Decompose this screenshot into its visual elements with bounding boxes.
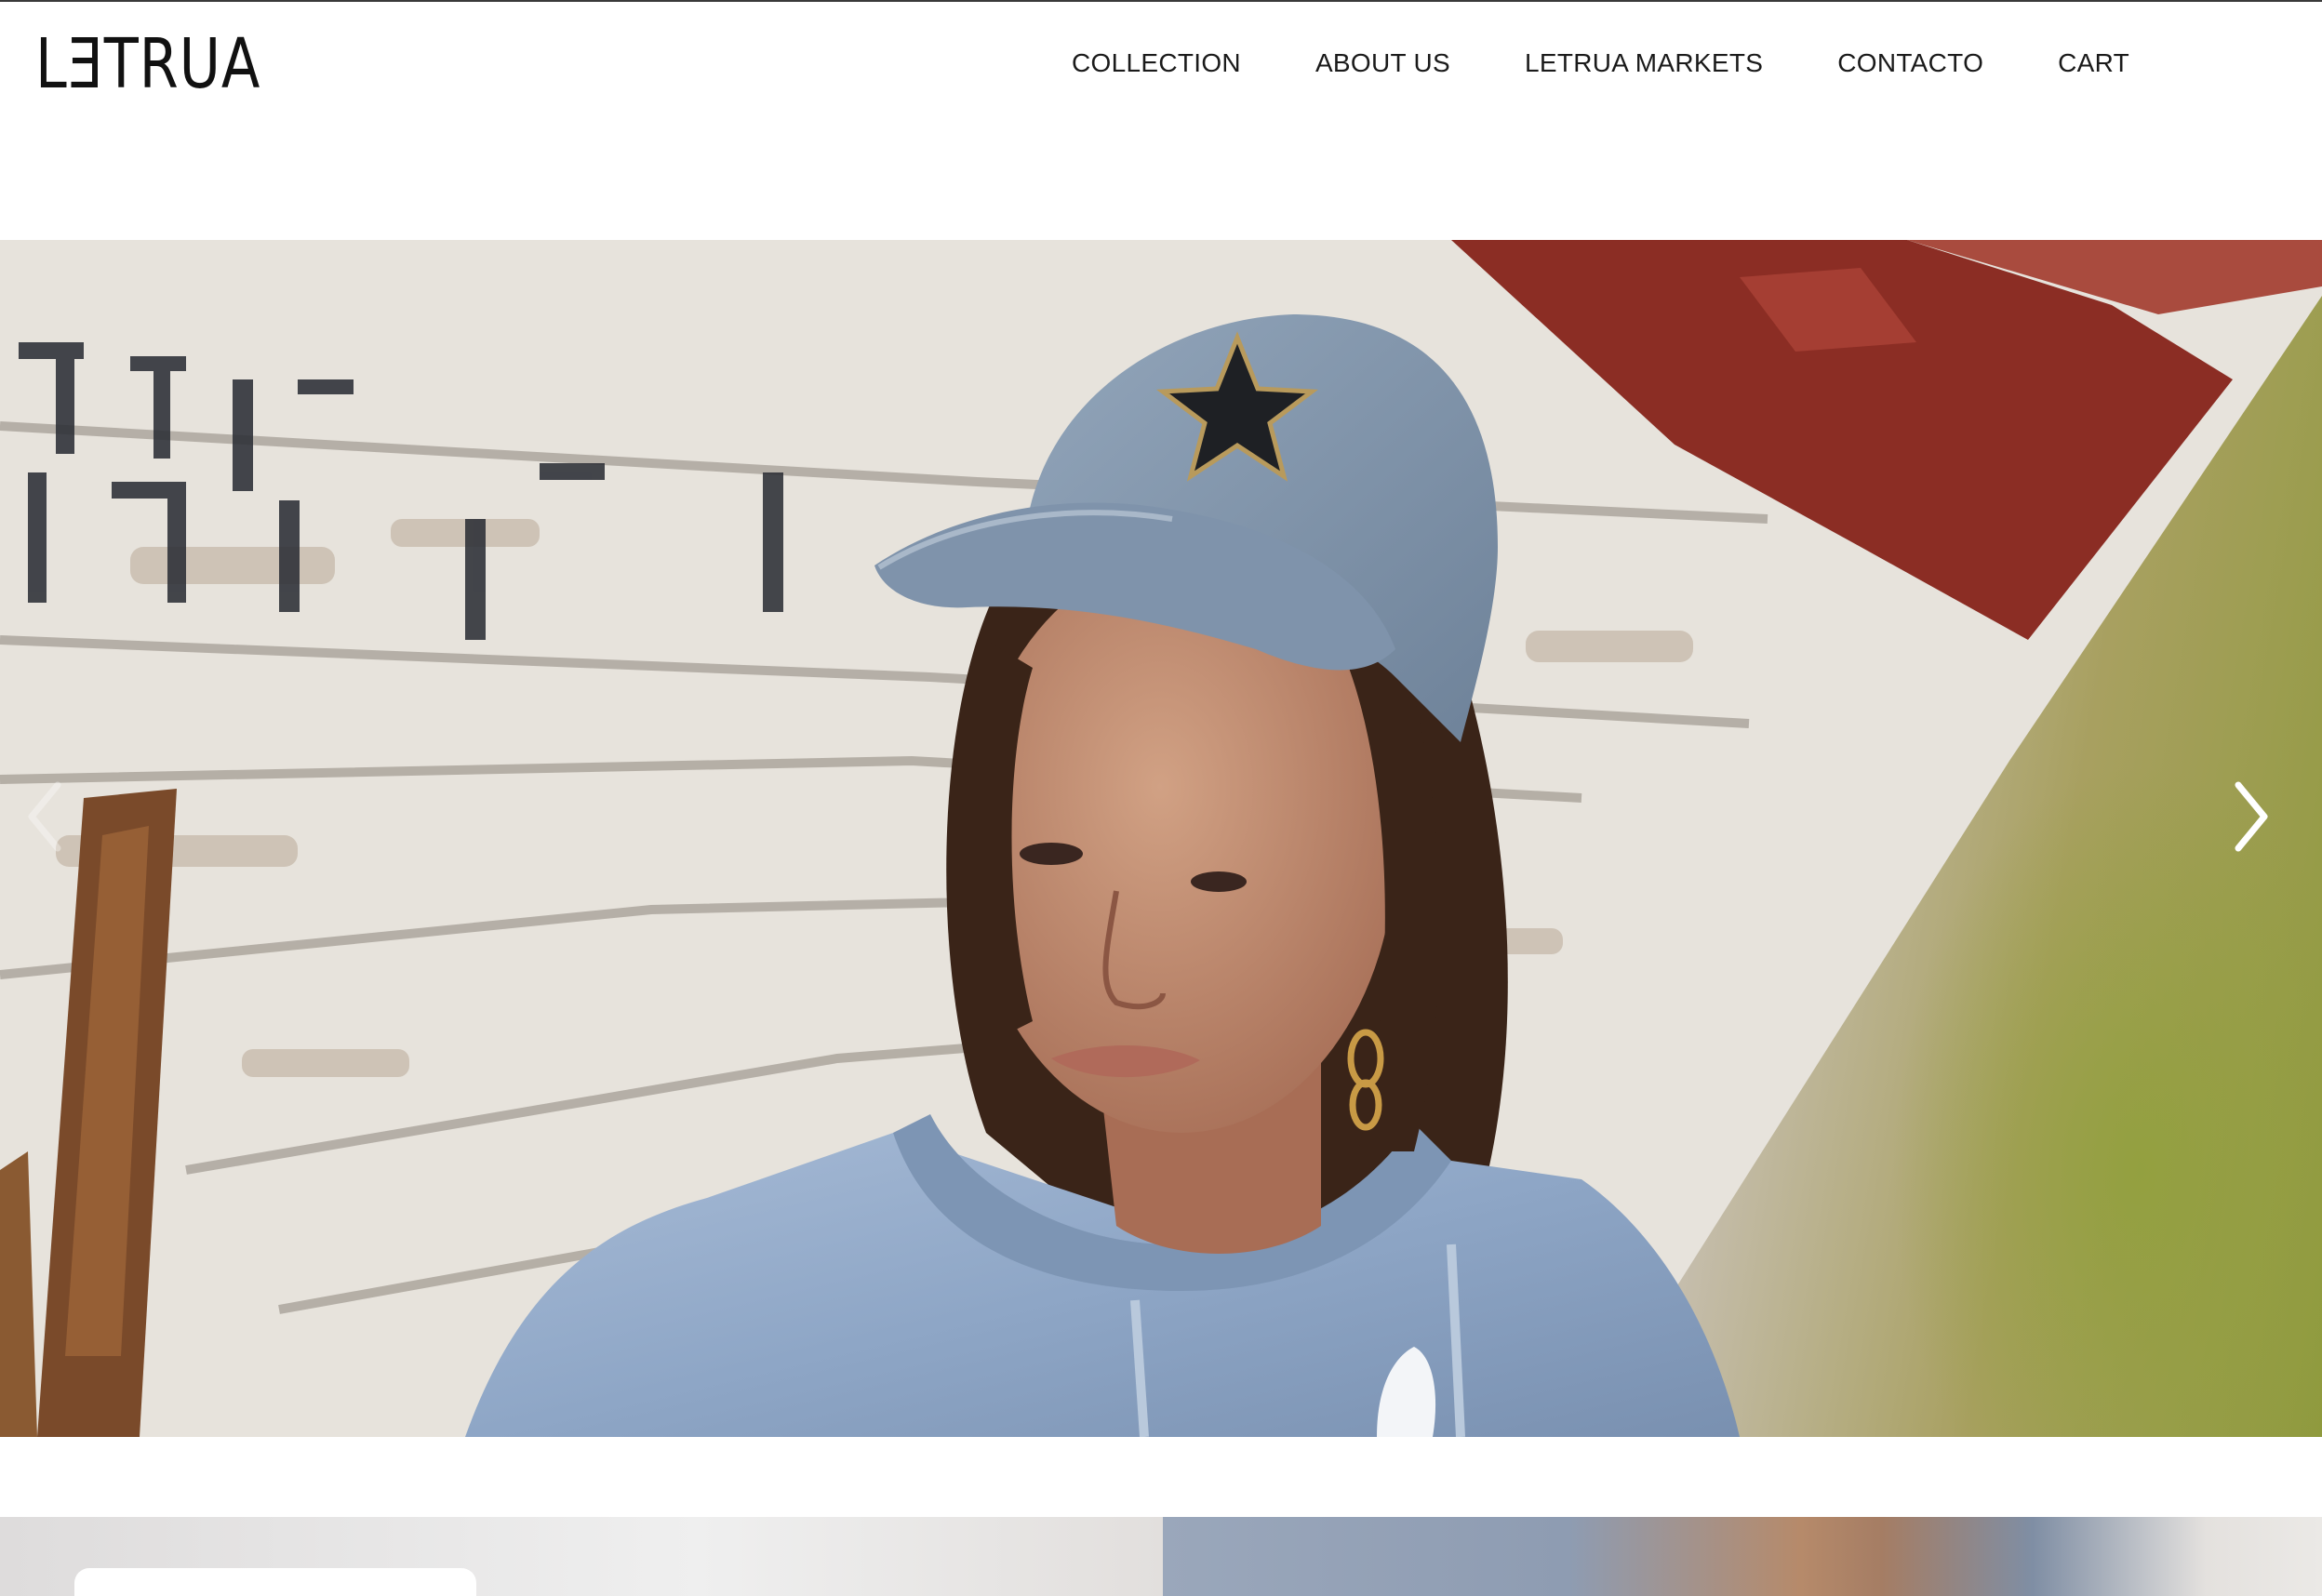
chevron-right-icon xyxy=(2235,781,2268,852)
brand-logo[interactable]: LƎTRUA xyxy=(35,28,260,100)
page: LƎTRUA COLLECTION ABOUT US LETRUA MARKET… xyxy=(0,0,2322,1596)
nav-letrua-markets[interactable]: LETRUA MARKETS xyxy=(1525,45,1763,82)
featured-card[interactable] xyxy=(74,1568,476,1596)
featured-image-left[interactable] xyxy=(0,1517,1163,1596)
hero-image xyxy=(0,240,2322,1437)
slider-next-button[interactable] xyxy=(2233,779,2298,882)
nav-about-us[interactable]: ABOUT US xyxy=(1315,45,1450,82)
nav-cart[interactable]: CART xyxy=(2058,45,2129,82)
chevron-left-icon xyxy=(28,781,61,852)
slider-prev-button[interactable] xyxy=(26,779,91,882)
main-nav: COLLECTION ABOUT US LETRUA MARKETS CONTA… xyxy=(1072,45,2129,82)
nav-contacto[interactable]: CONTACTO xyxy=(1837,45,1983,82)
top-rule xyxy=(0,0,2322,2)
nav-collection[interactable]: COLLECTION xyxy=(1072,45,1241,82)
hero-slider[interactable] xyxy=(0,240,2322,1437)
featured-strip xyxy=(0,1517,2322,1596)
featured-image-right[interactable] xyxy=(1163,1517,2322,1596)
